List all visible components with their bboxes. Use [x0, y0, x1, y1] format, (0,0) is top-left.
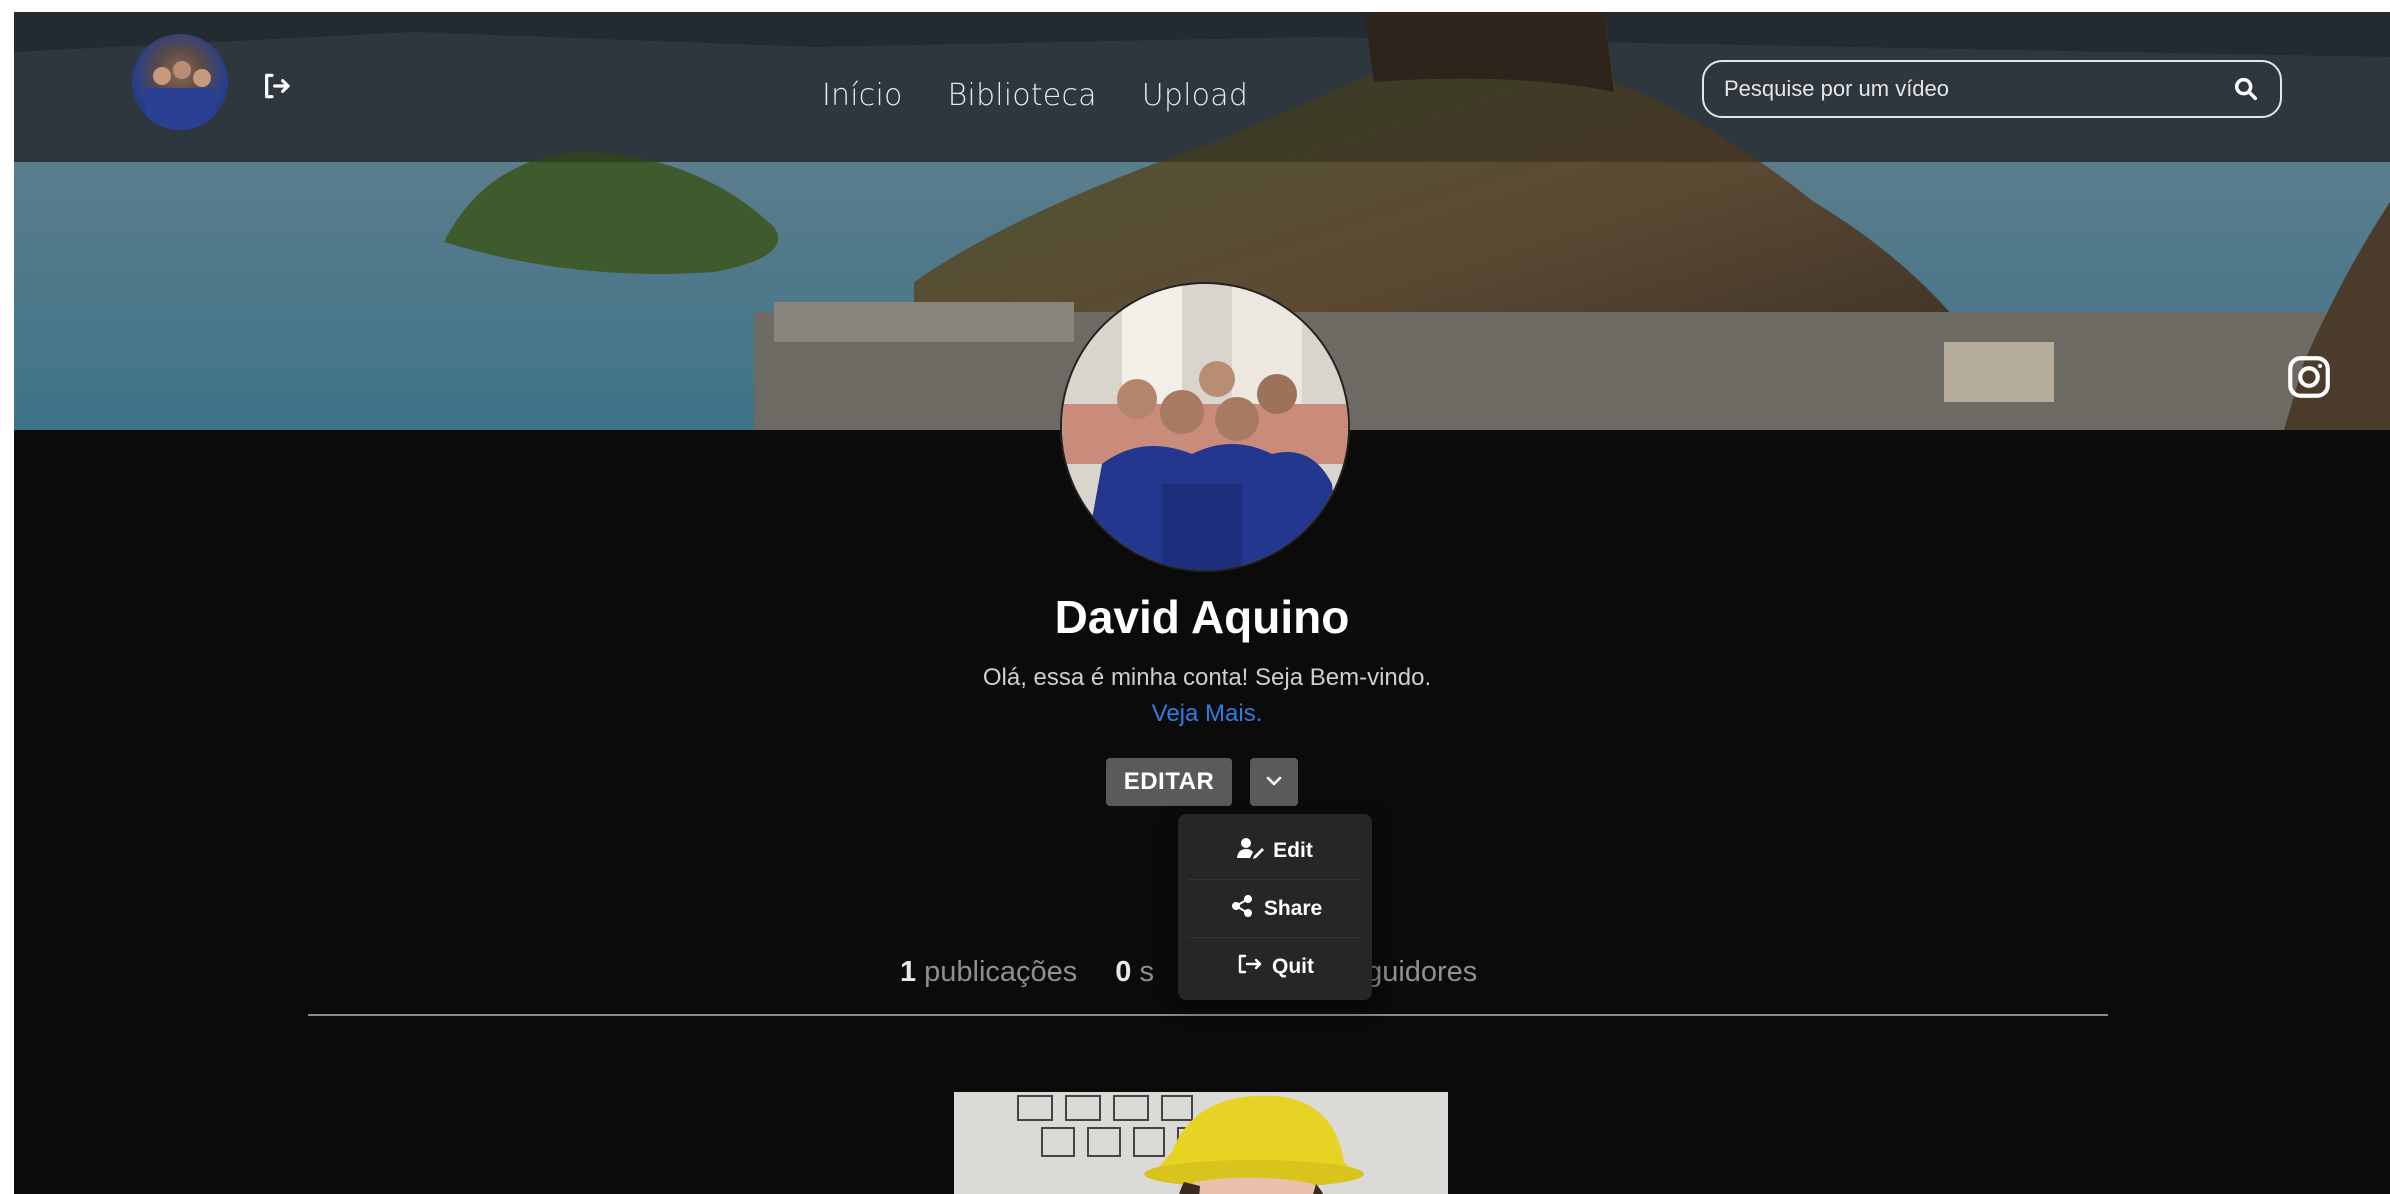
profile-bio-text: Olá, essa é minha conta! Seja Bem-vindo.: [982, 664, 1432, 691]
profile-name: David Aquino: [1054, 591, 1350, 643]
stat-following[interactable]: 0s: [1115, 956, 1154, 989]
profile-bio: Olá, essa é minha conta! Seja Bem-vindo.…: [972, 660, 1442, 732]
share-icon: [1228, 894, 1256, 923]
search-bar: [1702, 60, 2282, 118]
profile-options-dropdown-button[interactable]: [1250, 758, 1298, 806]
main-nav: Início Biblioteca Upload: [822, 78, 1248, 113]
user-edit-icon: [1237, 837, 1265, 865]
logout-icon[interactable]: [258, 68, 294, 104]
top-navigation-bar: Início Biblioteca Upload: [14, 12, 2390, 162]
nav-item-inicio[interactable]: Início: [822, 78, 903, 113]
section-divider: [308, 1014, 2108, 1016]
menu-item-quit[interactable]: Quit: [1188, 938, 1362, 996]
chevron-down-icon: [1262, 769, 1286, 796]
quit-icon: [1236, 953, 1264, 981]
profile-options-menu: Edit Share Quit: [1178, 814, 1372, 1000]
stat-posts[interactable]: 1 publicações: [900, 956, 1077, 989]
nav-item-upload[interactable]: Upload: [1142, 78, 1248, 113]
menu-item-quit-label: Quit: [1272, 955, 1314, 978]
stat-posts-count: 1: [900, 956, 917, 988]
stat-following-label: s: [1139, 956, 1154, 988]
menu-item-share-label: Share: [1263, 896, 1323, 920]
menu-item-edit[interactable]: Edit: [1188, 822, 1362, 880]
see-more-link[interactable]: Veja Mais.: [1152, 700, 1263, 727]
app-window: Início Biblioteca Upload Pesquise por um…: [14, 12, 2390, 1194]
edit-profile-button[interactable]: EDITAR: [1106, 758, 1232, 806]
post-thumbnail[interactable]: [954, 1092, 1448, 1194]
menu-item-edit-label: Edit: [1273, 838, 1313, 862]
stat-posts-label: publicações: [924, 956, 1078, 988]
search-icon[interactable]: [2232, 75, 2260, 103]
profile-avatar[interactable]: [1060, 282, 1350, 572]
user-avatar[interactable]: [132, 34, 228, 130]
instagram-icon[interactable]: [2284, 352, 2334, 402]
search-input[interactable]: [1724, 76, 2232, 102]
stat-following-count: 0: [1115, 956, 1132, 988]
menu-item-share[interactable]: Share: [1188, 880, 1362, 938]
nav-item-biblioteca[interactable]: Biblioteca: [948, 78, 1097, 113]
